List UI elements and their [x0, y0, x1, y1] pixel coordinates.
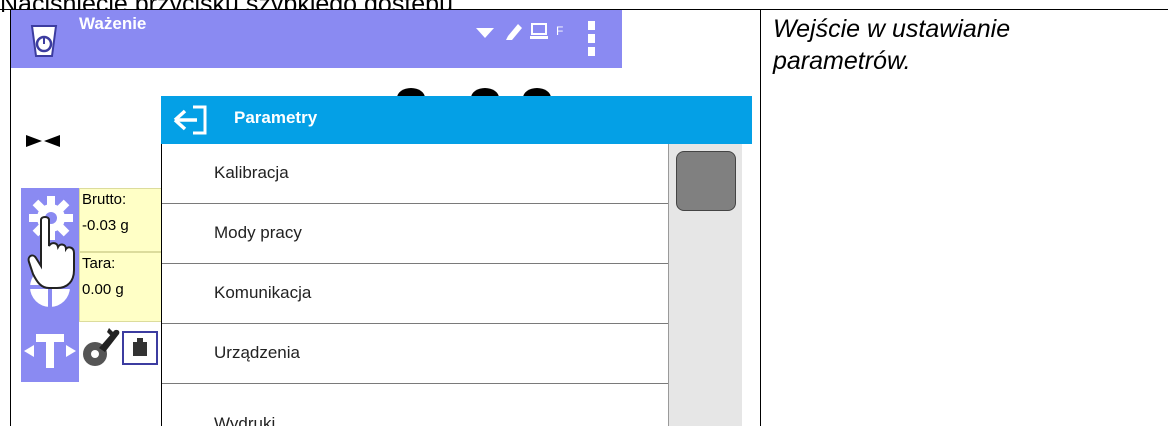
hand-pointer-icon [27, 216, 75, 297]
list-item-kalibracja[interactable]: Kalibracja [162, 144, 669, 204]
step-description-line2: parametrów. [773, 47, 911, 75]
brutto-value: -0.03 g [82, 217, 129, 234]
indicator-letter: F [556, 24, 563, 38]
list-item-mody-pracy[interactable]: Mody pracy [162, 204, 669, 264]
unstable-indicator-icon [26, 134, 62, 153]
list-item-label: Wydruki [214, 414, 276, 426]
screen-title: Ważenie [79, 14, 147, 33]
list-item-label: Mody pracy [214, 223, 302, 242]
list-item-komunikacja[interactable]: Komunikacja [162, 264, 669, 324]
table-border-middle [760, 9, 761, 426]
list-item-wydruki[interactable]: Wydruki [162, 384, 669, 426]
weight-icon[interactable] [121, 328, 161, 373]
tara-info-box: Tara: 0.00 g [79, 252, 170, 322]
tara-value: 0.00 g [82, 281, 124, 298]
status-bar: Ważenie F [11, 10, 622, 68]
dialog-title: Parametry [234, 108, 318, 127]
status-icons: F [474, 20, 574, 47]
list-item-label: Kalibracja [214, 163, 289, 182]
menu-dots-icon[interactable] [587, 19, 597, 64]
list-item-urzadzenia[interactable]: Urządzenia [162, 324, 669, 384]
parameters-list: Kalibracja Mody pracy Komunikacja Urządz… [161, 144, 669, 426]
list-item-label: Komunikacja [214, 283, 312, 302]
wrench-gear-icon[interactable] [79, 326, 121, 375]
scale-icon[interactable] [24, 20, 64, 65]
exit-back-icon[interactable] [173, 104, 215, 141]
tara-label: Tara: [82, 255, 116, 272]
brutto-info-box: Brutto: -0.03 g [79, 188, 170, 252]
wifi-icon: F [476, 23, 563, 40]
scroll-thumb[interactable] [676, 151, 736, 211]
step-description-line1: Wejście w ustawianie [773, 15, 1011, 43]
list-item-label: Urządzenia [214, 343, 300, 362]
brutto-label: Brutto: [82, 191, 127, 208]
device-screen: Ważenie F Brutto: -0.03 g Tara: 0.00 g P… [11, 10, 752, 426]
step-description: Wejście w ustawianie parametrów. [773, 13, 1010, 77]
zero-tare-button-icon[interactable] [24, 328, 76, 379]
dialog-header: Parametry [161, 96, 752, 144]
